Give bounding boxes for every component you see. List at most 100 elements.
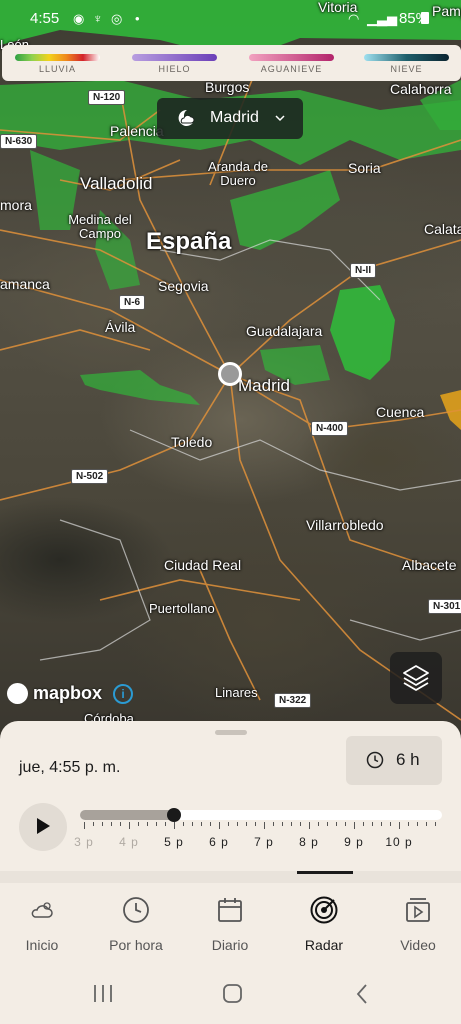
wifi-icon: ◠ (348, 11, 360, 26)
nav-item-radar[interactable]: Radar (278, 895, 370, 953)
back-icon[interactable] (356, 984, 367, 1004)
timeline-tick (255, 822, 256, 826)
system-navigation-bar (0, 971, 461, 1024)
timeline-hour-label: 3 p (74, 835, 94, 849)
home-icon[interactable] (223, 984, 242, 1003)
signal-icon: ▁▃▅ (367, 11, 397, 26)
timeline-tick (138, 822, 139, 826)
place-label: amanca (0, 276, 50, 292)
timeline-tick (237, 822, 238, 826)
mapbox-label: mapbox (33, 683, 103, 703)
timeline-tick (219, 822, 220, 829)
timeline-hour-label: 8 p (299, 835, 319, 849)
nav-item-video[interactable]: Video (372, 895, 461, 953)
status-bar: 4:55 ◉ ♆ ◎ • ◠ ▁▃▅ 85% (0, 8, 461, 32)
place-label: Guadalajara (246, 323, 323, 339)
timeline-tick (84, 822, 85, 829)
nav-item-diario[interactable]: Diario (184, 895, 276, 953)
nav-label: Video (400, 937, 436, 953)
timeline-hour-label: 7 p (254, 835, 274, 849)
timeline-tick (291, 822, 292, 826)
timeline-tick (309, 822, 310, 829)
timeline-tick (417, 822, 418, 826)
place-label: Valladolid (80, 174, 153, 193)
timeline-tick (93, 822, 94, 826)
play-button[interactable] (19, 803, 67, 851)
road-shield: N-502 (71, 469, 109, 484)
timeline-tick (354, 822, 355, 829)
timeline-hour-label: 4 p (119, 835, 139, 849)
timeline-slider[interactable] (80, 808, 442, 822)
road-shield: N-II (350, 263, 377, 278)
timeline-tick (129, 822, 130, 829)
timeline-tick (345, 822, 346, 826)
place-label: Aranda de Duero (208, 159, 268, 189)
duration-label: 6 h (396, 750, 420, 769)
recent-apps-icon[interactable] (94, 985, 112, 1002)
place-label: Madrid (238, 376, 290, 395)
nav-item-inicio[interactable]: Inicio (0, 895, 88, 953)
place-label: Cuenca (376, 404, 425, 420)
legend-item: NIEVE (364, 54, 449, 74)
place-label: mora (0, 197, 32, 213)
legend-item: LLUVIA (15, 54, 100, 74)
duration-button[interactable]: 6 h (346, 736, 442, 785)
chevron-down-icon (275, 115, 285, 122)
nav-item-por-hora[interactable]: Por hora (90, 895, 182, 953)
radar-icon (310, 896, 338, 924)
timeline-tick (318, 822, 319, 826)
weather-notification-icon: ◉ (73, 11, 85, 26)
trophy-icon: ♆ (93, 11, 103, 26)
timeline-sheet: jue, 4:55 p. m. 6 h 3 p 4 p 5 p 6 p 7 p 8 p 9 … (0, 721, 461, 871)
road-shield: N-322 (274, 693, 312, 708)
timeline-thumb[interactable] (167, 808, 181, 822)
timeline-hour-label: 9 p (344, 835, 364, 849)
current-location-marker (218, 362, 242, 386)
timeline-tick (111, 822, 112, 826)
nav-label: Diario (211, 937, 249, 953)
location-selector[interactable]: Madrid (157, 98, 303, 139)
timeline-tick (102, 822, 103, 826)
place-label: Medina del Campo (68, 212, 132, 242)
video-icon (406, 898, 430, 922)
legend-label: HIELO (158, 64, 191, 74)
timeline-tick (174, 822, 175, 829)
timeline-datetime: jue, 4:55 p. m. (19, 759, 121, 776)
layers-button[interactable] (390, 652, 442, 704)
moon-cloud-icon (178, 109, 195, 126)
clock-icon (366, 751, 384, 769)
timeline-tick (336, 822, 337, 826)
timeline-tick (435, 822, 436, 826)
bottom-navigation: Inicio Por hora Diario Radar Video (0, 871, 461, 971)
place-label: Segovia (158, 278, 209, 294)
timeline-tick (426, 822, 427, 826)
timeline-hour-label: 6 p (209, 835, 229, 849)
place-label: Puertollano (149, 601, 215, 616)
cloud-sun-icon (31, 902, 53, 918)
sheet-handle[interactable] (215, 730, 247, 735)
battery-icon (421, 12, 429, 24)
road-shield: N-6 (119, 295, 146, 310)
layers-icon (403, 665, 429, 691)
place-label: Soria (348, 160, 381, 176)
timeline-tick (282, 822, 283, 826)
legend-bar (15, 54, 100, 61)
timeline-tick (165, 822, 166, 826)
timeline-tick (399, 822, 400, 829)
legend-label: AGUANIEVE (260, 64, 323, 74)
timeline-tick (192, 822, 193, 826)
timeline-tick (264, 822, 265, 829)
nav-label: Radar (304, 937, 344, 953)
road-shield: N-630 (0, 134, 38, 149)
timeline-tick (120, 822, 121, 826)
precipitation-legend: LLUVIA HIELO AGUANIEVE NIEVE (2, 45, 461, 81)
active-tab-indicator (297, 871, 353, 874)
timeline-tick (147, 822, 148, 826)
info-icon[interactable]: i (113, 684, 133, 704)
timeline-tick (300, 822, 301, 826)
timeline-tick (246, 822, 247, 826)
nav-label: Por hora (109, 937, 163, 953)
play-icon (37, 818, 50, 834)
legend-bar (364, 54, 449, 61)
place-label: Ciudad Real (164, 557, 242, 573)
